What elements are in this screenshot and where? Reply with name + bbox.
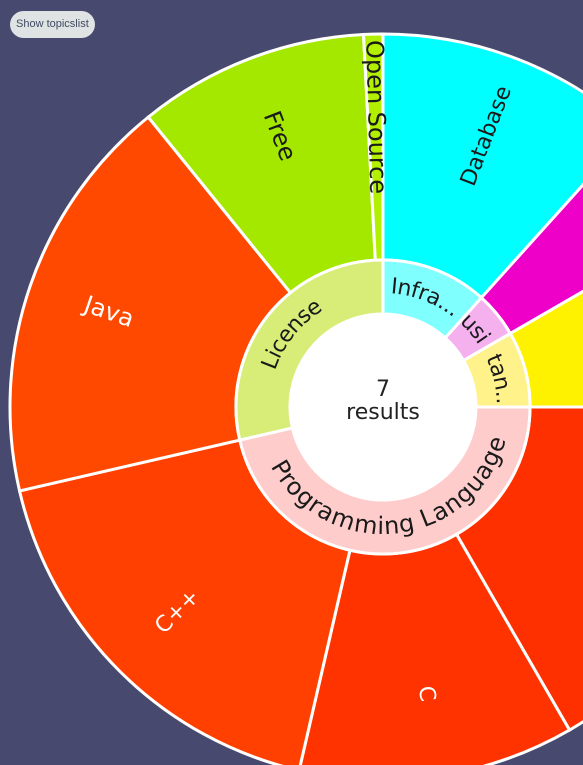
outer-label-open-source: Open Source xyxy=(360,40,392,195)
results-caption: results xyxy=(346,400,420,425)
sunburst-chart: Database...geCC++JavaFreeOpen Source Inf… xyxy=(0,0,583,765)
results-count: 7 xyxy=(376,377,390,402)
